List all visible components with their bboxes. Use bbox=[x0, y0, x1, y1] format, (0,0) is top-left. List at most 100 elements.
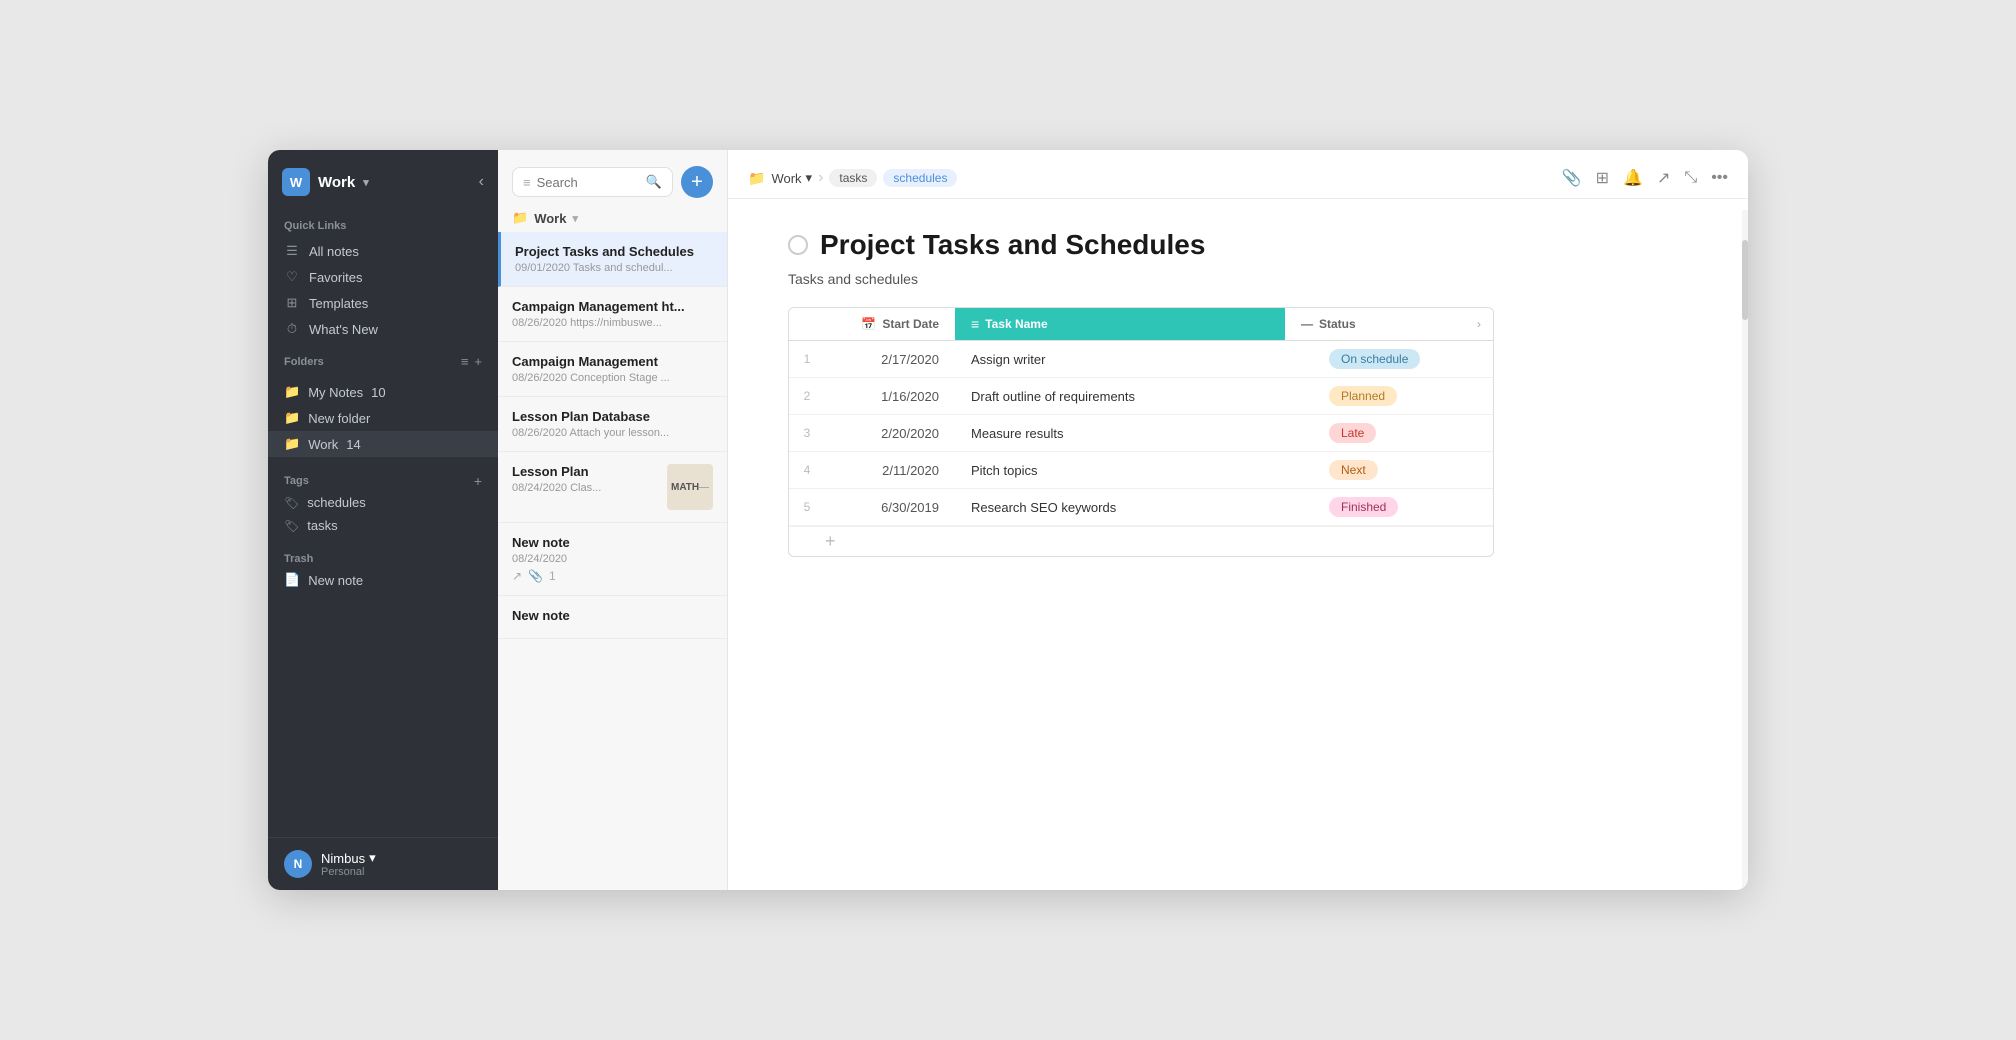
cell-task: Draft outline of requirements bbox=[955, 381, 1313, 412]
sort-folders-icon[interactable]: ≡ bbox=[461, 354, 469, 369]
add-note-button[interactable]: + bbox=[681, 166, 713, 198]
cell-date: 6/30/2019 bbox=[825, 492, 955, 523]
sidebar-item-whats-new[interactable]: ⏱ What's New bbox=[268, 316, 498, 342]
folder-item-new-folder[interactable]: 📁 New folder bbox=[268, 405, 498, 431]
tag-icon: 🏷 bbox=[284, 496, 299, 510]
trash-item-new-note[interactable]: 📄 New note bbox=[268, 567, 498, 593]
tag-item-tasks[interactable]: 🏷 tasks bbox=[268, 514, 498, 537]
cell-status: On schedule bbox=[1313, 341, 1493, 377]
cell-status: Finished bbox=[1313, 489, 1493, 525]
favorites-label: Favorites bbox=[309, 270, 362, 285]
status-badge: On schedule bbox=[1329, 349, 1420, 369]
workspace-name: Work bbox=[318, 174, 355, 191]
workspace-selector[interactable]: W Work ▾ bbox=[282, 168, 369, 196]
user-chevron-icon: ▾ bbox=[369, 850, 376, 866]
share-button[interactable]: ↗ bbox=[1657, 168, 1670, 188]
folder-icon: 📁 bbox=[284, 410, 300, 426]
row-number: 4 bbox=[789, 453, 825, 487]
table-header-task[interactable]: ≡ Task Name bbox=[955, 308, 1285, 340]
note-item-new-note-1[interactable]: New note 08/24/2020 ↗ 📎 1 bbox=[498, 523, 727, 596]
all-notes-icon: ☰ bbox=[284, 243, 300, 259]
search-input[interactable] bbox=[537, 175, 640, 190]
sidebar-item-favorites[interactable]: ♡ Favorites bbox=[268, 264, 498, 290]
note-meta: 09/01/2020 Tasks and schedul... bbox=[515, 262, 713, 274]
cell-date: 2/11/2020 bbox=[825, 455, 955, 486]
note-item-campaign-ht[interactable]: Campaign Management ht... 08/26/2020 htt… bbox=[498, 287, 727, 342]
templates-icon: ⊞ bbox=[284, 295, 300, 311]
breadcrumb-folder[interactable]: Work ▾ bbox=[771, 170, 812, 186]
attachment-count: 1 bbox=[549, 569, 556, 583]
work-badge: 14 bbox=[346, 437, 360, 452]
more-options-button[interactable]: ••• bbox=[1711, 169, 1728, 187]
folder-breadcrumb-icon: 📁 bbox=[748, 170, 765, 187]
folders-actions: ≡ + bbox=[461, 354, 482, 369]
cell-status: Next bbox=[1313, 452, 1493, 488]
folder-label: My Notes bbox=[308, 385, 363, 400]
status-badge: Late bbox=[1329, 423, 1376, 443]
note-title: New note bbox=[512, 608, 713, 623]
templates-label: Templates bbox=[309, 296, 368, 311]
note-meta: 08/26/2020 Attach your lesson... bbox=[512, 427, 713, 439]
all-notes-label: All notes bbox=[309, 244, 359, 259]
note-item-project-tasks[interactable]: Project Tasks and Schedules 09/01/2020 T… bbox=[498, 232, 727, 287]
whats-new-icon: ⏱ bbox=[284, 321, 300, 337]
breadcrumb-folder-name: Work bbox=[771, 171, 801, 186]
note-title: Project Tasks and Schedules bbox=[820, 229, 1205, 261]
note-item-new-note-2[interactable]: New note bbox=[498, 596, 727, 639]
add-tag-icon[interactable]: + bbox=[474, 473, 482, 489]
notes-list-folder-header[interactable]: 📁 Work ▾ bbox=[498, 204, 727, 232]
trash-item-label: New note bbox=[308, 573, 363, 588]
row-number: 3 bbox=[789, 416, 825, 450]
table-header-date[interactable]: 📅 Start Date bbox=[825, 308, 955, 340]
breadcrumb-tag-tasks[interactable]: tasks bbox=[829, 169, 877, 187]
table-row: 1 2/17/2020 Assign writer On schedule bbox=[789, 341, 1493, 378]
cell-task: Pitch topics bbox=[955, 455, 1313, 486]
table-row: 5 6/30/2019 Research SEO keywords Finish… bbox=[789, 489, 1493, 526]
sidebar-item-all-notes[interactable]: ☰ All notes bbox=[268, 238, 498, 264]
folders-title: Folders bbox=[284, 356, 324, 368]
tag-label: schedules bbox=[307, 495, 366, 510]
collapse-sidebar-button[interactable]: ‹ bbox=[479, 173, 484, 191]
table-row: 2 1/16/2020 Draft outline of requirement… bbox=[789, 378, 1493, 415]
folder-item-work[interactable]: 📁 Work 14 bbox=[268, 431, 498, 457]
user-menu[interactable]: N Nimbus ▾ Personal bbox=[268, 837, 498, 890]
note-title: New note bbox=[512, 535, 713, 550]
add-row-button[interactable]: + bbox=[789, 526, 1493, 556]
cell-task: Assign writer bbox=[955, 344, 1313, 375]
search-bar[interactable]: ≡ 🔍 bbox=[512, 167, 673, 197]
notes-list-scrollable: Project Tasks and Schedules 09/01/2020 T… bbox=[498, 232, 727, 890]
fullscreen-button[interactable]: ⤡ bbox=[1684, 169, 1697, 187]
note-complete-checkbox[interactable] bbox=[788, 235, 808, 255]
attach-button[interactable]: 📎 bbox=[1562, 168, 1582, 188]
add-folder-icon[interactable]: + bbox=[474, 354, 482, 369]
sidebar-item-templates[interactable]: ⊞ Templates bbox=[268, 290, 498, 316]
task-col-label: Task Name bbox=[985, 317, 1047, 331]
note-meta: 08/24/2020 bbox=[512, 553, 713, 565]
table-header-row: 📅 Start Date ≡ Task Name — Status › bbox=[789, 308, 1493, 341]
whats-new-label: What's New bbox=[309, 322, 378, 337]
grid-view-button[interactable]: ⊞ bbox=[1596, 168, 1609, 188]
tag-item-schedules[interactable]: 🏷 schedules bbox=[268, 491, 498, 514]
note-item-lesson-plan[interactable]: Lesson Plan 08/24/2020 Clas... MATH bbox=[498, 452, 727, 523]
folder-icon: 📁 bbox=[284, 436, 300, 452]
table-expand-button[interactable]: › bbox=[1465, 308, 1493, 340]
folder-item-my-notes[interactable]: 📁 My Notes 10 bbox=[268, 379, 498, 405]
scrollbar-thumb[interactable] bbox=[1742, 240, 1748, 320]
workspace-chevron-icon: ▾ bbox=[363, 176, 369, 189]
note-item-campaign[interactable]: Campaign Management 08/26/2020 Conceptio… bbox=[498, 342, 727, 397]
note-item-lesson-plan-db[interactable]: Lesson Plan Database 08/26/2020 Attach y… bbox=[498, 397, 727, 452]
sidebar: W Work ▾ ‹ Quick Links ☰ All notes ♡ Fav… bbox=[268, 150, 498, 890]
table-row: 4 2/11/2020 Pitch topics Next bbox=[789, 452, 1493, 489]
breadcrumb-tag-schedules[interactable]: schedules bbox=[883, 169, 957, 187]
notification-button[interactable]: 🔔 bbox=[1623, 168, 1643, 188]
tag-label: tasks bbox=[307, 518, 337, 533]
folders-header: Folders ≡ + bbox=[268, 350, 498, 371]
folder-label: Work bbox=[308, 437, 338, 452]
search-icon: 🔍 bbox=[646, 174, 662, 190]
table-header-status[interactable]: — Status bbox=[1285, 308, 1465, 340]
cell-date: 2/17/2020 bbox=[825, 344, 955, 375]
note-title: Campaign Management bbox=[512, 354, 713, 369]
main-content: 📁 Work ▾ › tasks schedules 📎 ⊞ 🔔 ↗ ⤡ ••• bbox=[728, 150, 1748, 890]
filter-icon[interactable]: ≡ bbox=[523, 175, 531, 190]
folders-section: 📁 My Notes 10 📁 New folder 📁 Work 14 bbox=[268, 371, 498, 465]
